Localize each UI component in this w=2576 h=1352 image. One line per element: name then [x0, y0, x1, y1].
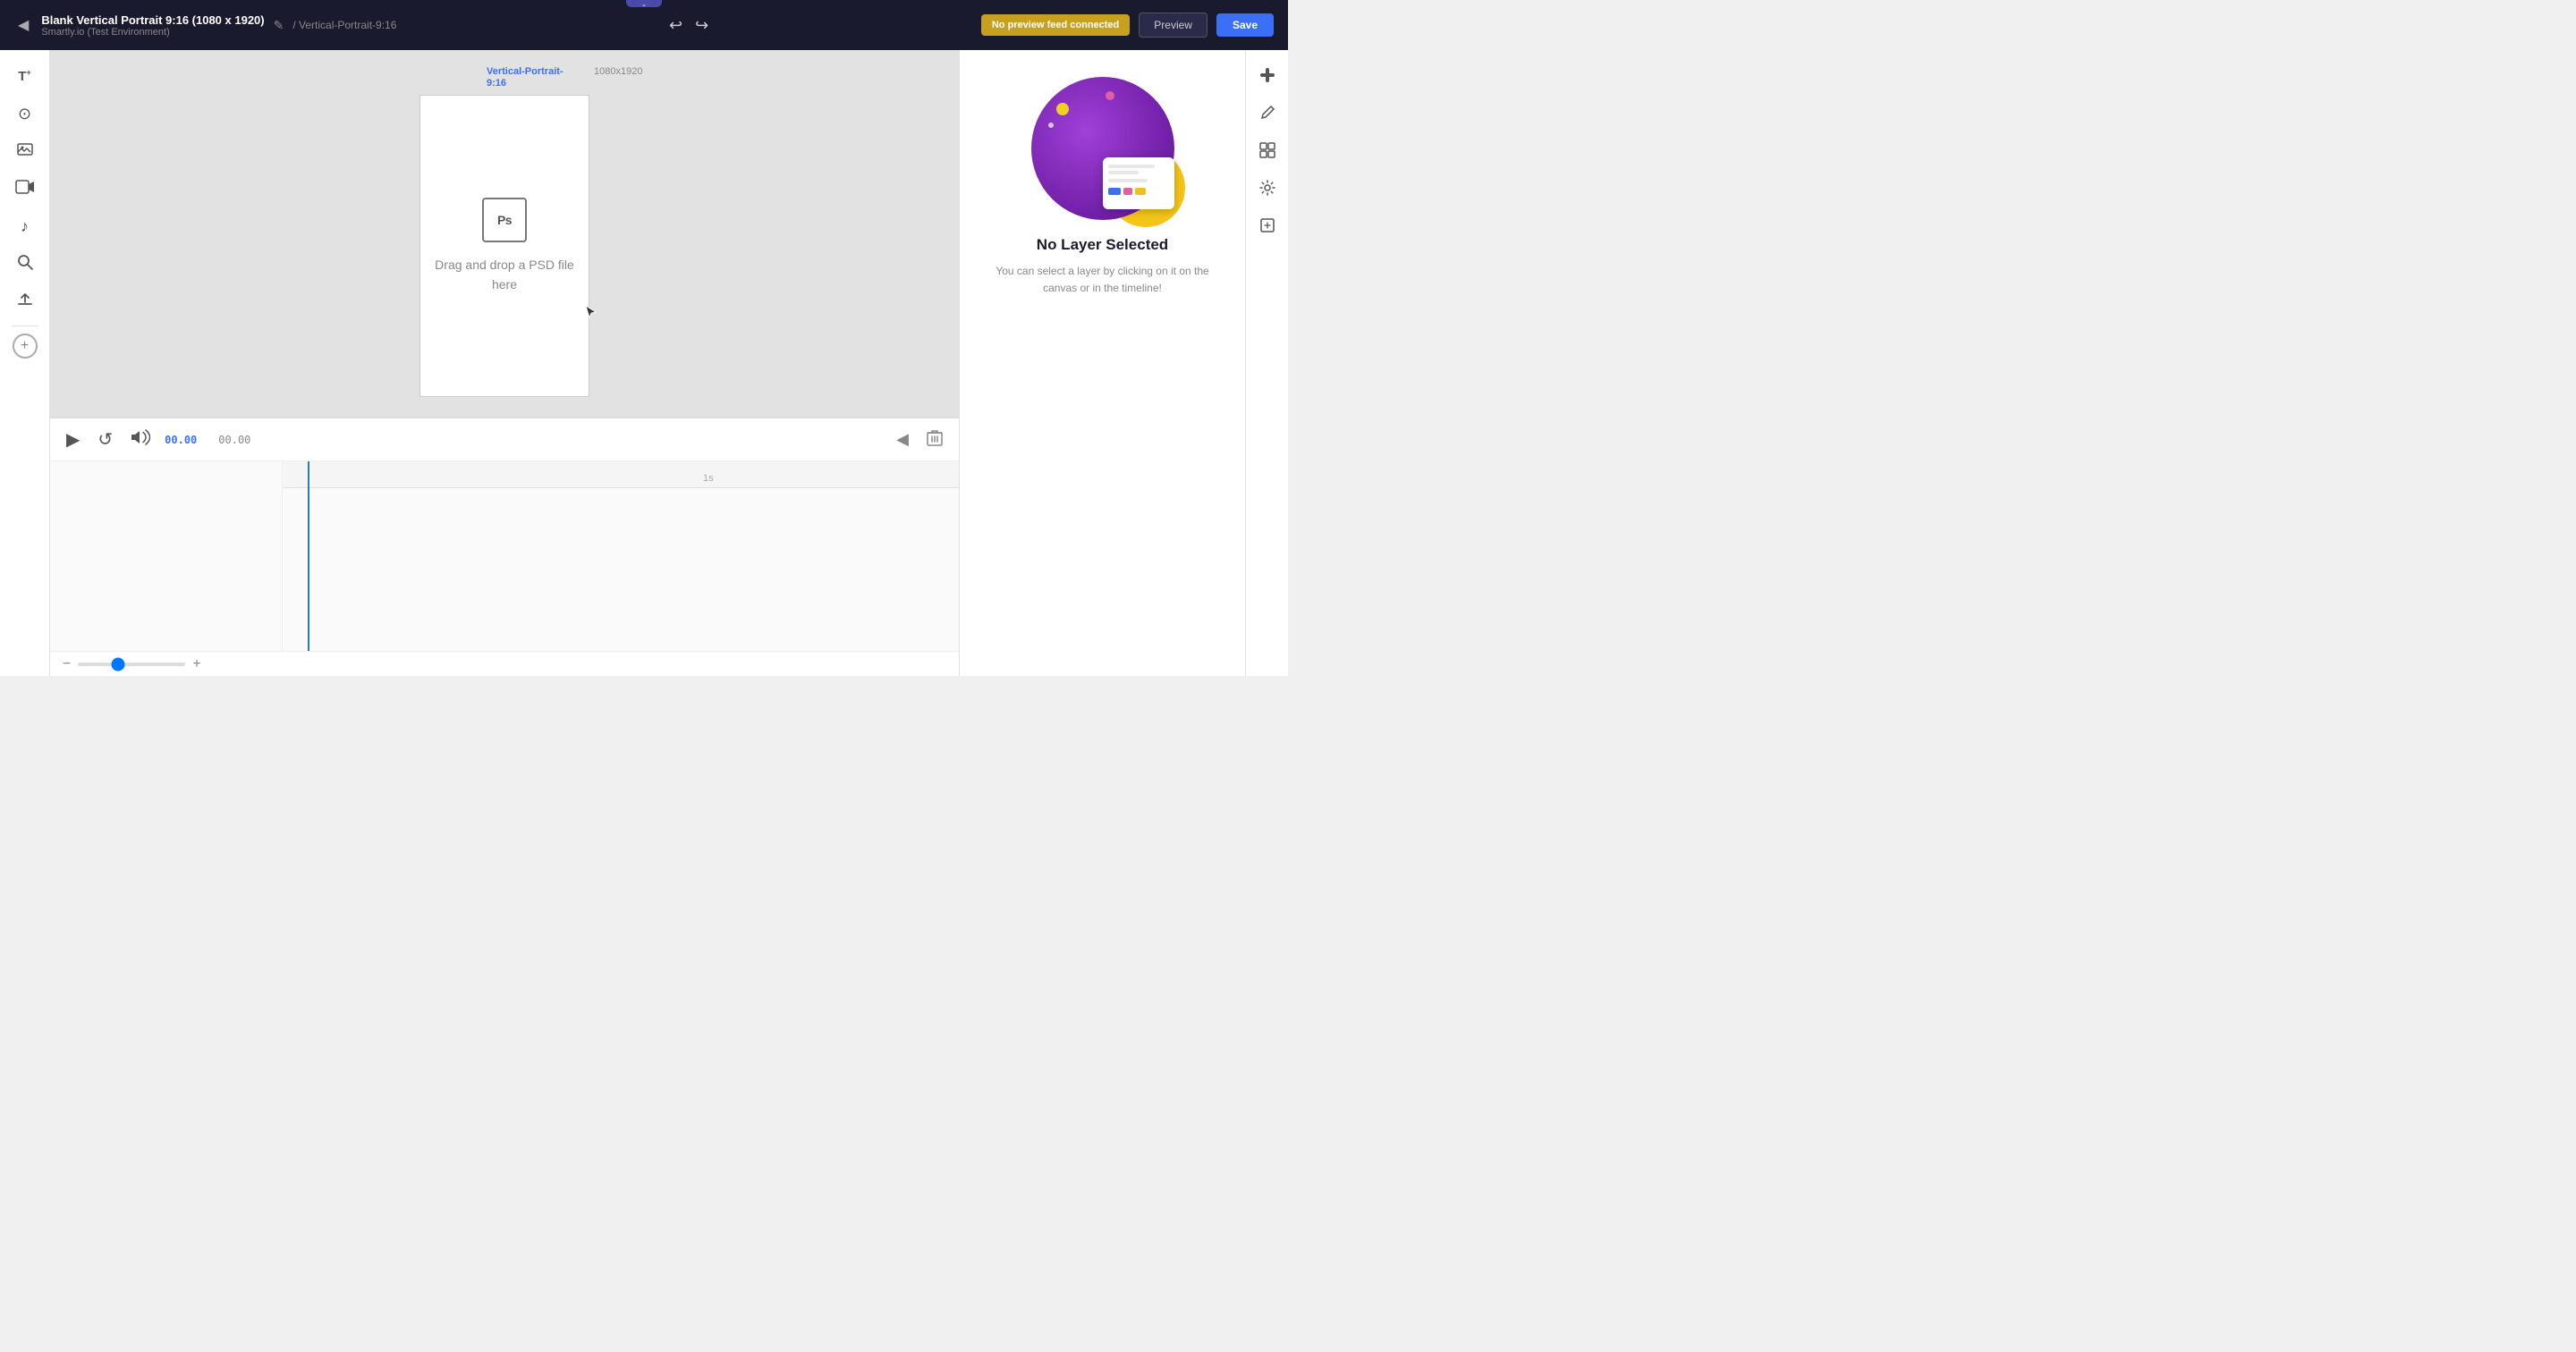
- add-layer-bar-button[interactable]: [1251, 59, 1284, 91]
- layers-icon: ⊙: [18, 105, 31, 123]
- redo-button[interactable]: ↪: [695, 16, 708, 35]
- canvas-name-line1: Vertical-Portrait-: [487, 66, 564, 78]
- delete-layer-button[interactable]: [923, 425, 946, 454]
- bar-pink: [1123, 188, 1132, 195]
- search-icon: [16, 253, 34, 275]
- timeline-ruler: 1s: [283, 461, 959, 488]
- replay-button[interactable]: ↺: [94, 425, 116, 454]
- text-plus-icon: T+: [18, 68, 30, 84]
- breadcrumb: / Vertical-Portrait-9:16: [292, 19, 396, 31]
- preview-button[interactable]: Preview: [1139, 13, 1208, 38]
- white-dot: [1048, 123, 1054, 128]
- brush-bar-button[interactable]: [1251, 97, 1284, 129]
- timeline-toolbar: ▶ ↺ 00.00 00.00 ◀: [50, 418, 959, 461]
- card-line-3: [1108, 179, 1148, 182]
- add-text-tool-button[interactable]: T+: [8, 59, 42, 93]
- topbar: ⌄ ◀ Blank Vertical Portrait 9:16 (1080 x…: [0, 0, 1288, 50]
- card-line-1: [1108, 165, 1155, 168]
- card-line-2: [1108, 171, 1139, 174]
- left-toolbar: T+ ⊙ ♪: [0, 50, 50, 676]
- timeline-body: 1s 00.00s: [50, 461, 959, 651]
- undo-redo-group: ↩ ↪: [405, 16, 971, 35]
- timeline-zoom-bar: − +: [50, 651, 959, 676]
- zoom-minus-button[interactable]: −: [63, 656, 71, 672]
- toolbar-divider: [12, 325, 38, 326]
- canvas-label-group: Vertical-Portrait- 9:16 1080x1920: [487, 66, 564, 89]
- save-button[interactable]: Save: [1216, 13, 1274, 37]
- no-layer-title: No Layer Selected: [1037, 236, 1168, 254]
- project-subtitle: Smartly.io (Test Environment): [41, 27, 264, 38]
- right-icon-bar: [1245, 50, 1288, 676]
- canvas-name-line2: 9:16: [487, 78, 564, 89]
- card-color-bars: [1108, 188, 1169, 195]
- video-icon: [15, 177, 35, 201]
- time-total: 00.00: [218, 434, 250, 446]
- project-title: Blank Vertical Portrait 9:16 (1080 x 192…: [41, 13, 264, 27]
- audio-tool-button[interactable]: ♪: [8, 209, 42, 243]
- psd-drop-canvas[interactable]: Ps Drag and drop a PSD file here: [419, 95, 589, 397]
- table-bar-button[interactable]: [1251, 134, 1284, 166]
- timeline-tracks-panel: [50, 461, 283, 651]
- drop-text: Drag and drop a PSD file here: [420, 255, 589, 295]
- zoom-plus-button[interactable]: +: [192, 656, 200, 672]
- no-layer-description: You can select a layer by clicking on it…: [978, 263, 1227, 297]
- right-panel: No Layer Selected You can select a layer…: [959, 50, 1245, 676]
- zoom-slider[interactable]: [78, 663, 185, 666]
- title-block: Blank Vertical Portrait 9:16 (1080 x 192…: [41, 13, 264, 38]
- add-more-button[interactable]: +: [13, 334, 38, 359]
- settings-bar-button[interactable]: [1251, 172, 1284, 204]
- image-tool-button[interactable]: [8, 134, 42, 168]
- volume-button[interactable]: [127, 426, 154, 454]
- canvas-size-label: 1080x1920: [594, 66, 642, 77]
- no-preview-badge: No preview feed connected: [981, 14, 1130, 36]
- ps-icon: Ps: [482, 198, 527, 242]
- transform-bar-button[interactable]: [1251, 209, 1284, 241]
- play-button[interactable]: ▶: [63, 425, 83, 454]
- canvas-timeline-column: Vertical-Portrait- 9:16 1080x1920 Ps Dra…: [50, 50, 959, 676]
- undo-button[interactable]: ↩: [669, 16, 682, 35]
- card-mockup: [1103, 157, 1174, 209]
- canvas-name-block: Vertical-Portrait- 9:16: [487, 66, 564, 89]
- time-current: 00.00: [165, 434, 197, 446]
- music-icon: ♪: [21, 217, 29, 236]
- topbar-collapse-chevron[interactable]: ⌄: [626, 0, 662, 7]
- timeline-ruler-panel: 1s 00.00s: [283, 461, 959, 651]
- bar-blue: [1108, 188, 1121, 195]
- pink-dot: [1106, 91, 1114, 100]
- edit-title-button[interactable]: ✎: [274, 18, 284, 33]
- upload-tool-button[interactable]: [8, 284, 42, 318]
- video-tool-button[interactable]: [8, 172, 42, 206]
- image-icon: [16, 140, 34, 163]
- pencil-icon: ✎: [274, 18, 284, 32]
- illustration-container: [1031, 77, 1174, 220]
- bar-yellow: [1135, 188, 1146, 195]
- layers-tool-button[interactable]: ⊙: [8, 97, 42, 131]
- canvas-wrapper: Vertical-Portrait- 9:16 1080x1920 Ps Dra…: [50, 50, 959, 417]
- yellow-dot: [1056, 103, 1069, 115]
- bottom-timeline: ▶ ↺ 00.00 00.00 ◀: [50, 417, 959, 676]
- upload-icon: [16, 291, 34, 313]
- collapse-timeline-button[interactable]: ◀: [893, 427, 912, 452]
- search-tool-button[interactable]: [8, 247, 42, 281]
- chevron-down-icon: ⌄: [641, 0, 648, 8]
- ruler-1s-mark: 1s: [703, 473, 714, 484]
- main-layout: T+ ⊙ ♪: [0, 50, 1288, 676]
- playhead-line[interactable]: 00.00s: [308, 461, 309, 651]
- back-button[interactable]: ◀: [14, 13, 32, 38]
- topbar-right-actions: No preview feed connected Preview Save: [981, 13, 1274, 38]
